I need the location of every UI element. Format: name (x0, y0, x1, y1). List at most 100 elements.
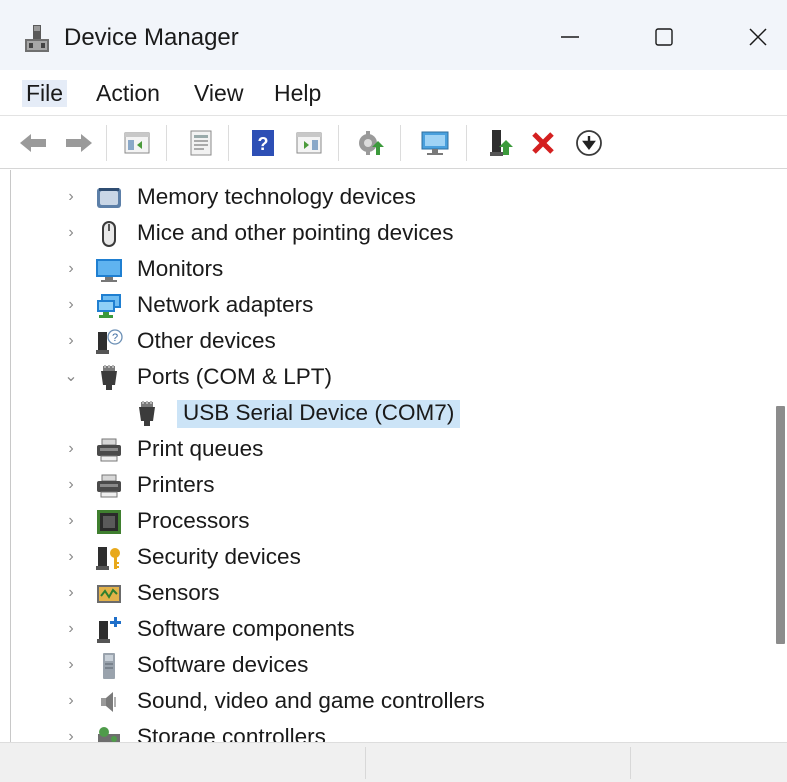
back-icon (20, 134, 46, 152)
tree-item-label: Software components (137, 616, 355, 641)
network-adapter-icon (97, 294, 121, 318)
chevron-right-icon[interactable]: › (63, 547, 79, 567)
disable-device-icon (576, 130, 602, 156)
tree-item-label: Processors (137, 508, 250, 533)
device-tree[interactable]: › Memory technology devices › Mice and o… (10, 170, 773, 742)
minimize-icon (561, 36, 579, 38)
forward-icon (66, 134, 92, 152)
menu-action[interactable]: Action (92, 80, 164, 107)
print-queue-icon (97, 438, 121, 462)
close-button[interactable] (730, 14, 786, 60)
window-title: Device Manager (64, 24, 239, 51)
disable-device-button[interactable] (572, 125, 606, 161)
tree-item-label: Ports (COM & LPT) (137, 364, 333, 389)
chevron-right-icon[interactable]: › (63, 475, 79, 495)
tree-item-storage-controllers[interactable]: › Storage controllers (11, 719, 771, 742)
storage-controller-icon (98, 727, 120, 742)
tree-item-label: Software devices (137, 652, 309, 677)
chevron-right-icon[interactable]: › (63, 259, 79, 279)
tree-item-other-devices[interactable]: › ? Other devices (11, 323, 771, 359)
scan-hardware-icon (421, 131, 449, 155)
tree-item-label: Sound, video and game controllers (137, 688, 485, 713)
back-button[interactable] (16, 125, 50, 161)
show-hide-action-pane-button[interactable] (292, 125, 326, 161)
port-icon (101, 365, 117, 390)
vertical-scrollbar[interactable] (773, 170, 787, 742)
tree-item-security-devices[interactable]: › Security devices (11, 539, 771, 575)
device-manager-icon (25, 25, 49, 52)
add-driver-icon (490, 130, 513, 156)
title-bar: Device Manager (0, 0, 787, 70)
tree-item-label: Print queues (137, 436, 264, 461)
software-component-icon (97, 617, 121, 643)
tree-item-label: Mice and other pointing devices (137, 220, 454, 245)
chevron-right-icon[interactable]: › (63, 691, 79, 711)
scrollbar-thumb[interactable] (776, 406, 785, 644)
close-icon (749, 28, 767, 46)
menu-view[interactable]: View (190, 80, 247, 107)
tree-item-label: USB Serial Device (COM7) (177, 400, 461, 428)
show-hide-tree-icon (124, 132, 150, 154)
tree-item-mice[interactable]: › Mice and other pointing devices (11, 215, 771, 251)
chevron-right-icon[interactable]: › (63, 439, 79, 459)
chevron-right-icon[interactable]: › (63, 727, 79, 742)
menu-help[interactable]: Help (270, 80, 325, 107)
tree-item-label: Sensors (137, 580, 220, 605)
chevron-right-icon[interactable]: › (63, 223, 79, 243)
tree-item-label: Security devices (137, 544, 301, 569)
properties-button[interactable] (184, 125, 218, 161)
update-driver-button[interactable] (354, 125, 388, 161)
uninstall-device-icon (532, 132, 554, 154)
chevron-right-icon[interactable]: › (63, 511, 79, 531)
chevron-right-icon[interactable]: › (63, 583, 79, 603)
tree-item-label: Monitors (137, 256, 224, 281)
tree-item-network-adapters[interactable]: › Network adapters (11, 287, 771, 323)
help-button[interactable]: ? (246, 125, 280, 161)
show-hide-console-tree-button[interactable] (120, 125, 154, 161)
maximize-button[interactable] (636, 14, 692, 60)
monitor-icon (96, 259, 122, 282)
software-device-icon (103, 653, 115, 679)
menu-file[interactable]: File (22, 80, 68, 107)
action-pane-icon (296, 132, 322, 154)
forward-button[interactable] (62, 125, 96, 161)
tree-item-monitors[interactable]: › Monitors (11, 251, 771, 287)
properties-icon (190, 130, 212, 156)
svg-text:?: ? (112, 332, 118, 344)
chevron-right-icon[interactable]: › (63, 619, 79, 639)
help-icon: ? (252, 130, 274, 156)
tree-item-software-components[interactable]: › Software components (11, 611, 771, 647)
minimize-button[interactable] (542, 14, 598, 60)
mouse-icon (102, 221, 116, 247)
tree-item-label: Memory technology devices (137, 184, 416, 209)
tree-item-ports[interactable]: ⌄ Ports (COM & LPT) (11, 359, 771, 395)
processor-icon (97, 510, 121, 534)
chevron-down-icon[interactable]: ⌄ (63, 367, 79, 387)
chevron-right-icon[interactable]: › (63, 187, 79, 207)
tree-item-software-devices[interactable]: › Software devices (11, 647, 771, 683)
tree-item-label: Printers (137, 472, 215, 497)
update-driver-icon (359, 131, 384, 155)
scan-hardware-changes-button[interactable] (418, 125, 452, 161)
menu-bar: File Action View Help (0, 70, 787, 116)
tree-item-processors[interactable]: › Processors (11, 503, 771, 539)
uninstall-device-button[interactable] (526, 125, 560, 161)
tree-item-printers[interactable]: › Printers (11, 467, 771, 503)
chevron-right-icon[interactable]: › (63, 331, 79, 351)
unknown-device-icon: ? (96, 329, 123, 354)
memory-card-icon (97, 188, 121, 208)
tree-item-memory-technology-devices[interactable]: › Memory technology devices (11, 179, 771, 215)
speaker-icon (101, 692, 116, 712)
tree-item-print-queues[interactable]: › Print queues (11, 431, 771, 467)
tree-item-label: Network adapters (137, 292, 314, 317)
chevron-right-icon[interactable]: › (63, 655, 79, 675)
chevron-right-icon[interactable]: › (63, 295, 79, 315)
tree-item-sound-video-game-controllers[interactable]: › Sound, video and game controllers (11, 683, 771, 719)
tree-item-label: Other devices (137, 328, 276, 353)
add-drivers-button[interactable] (484, 125, 518, 161)
status-bar (0, 742, 787, 782)
sensor-icon (97, 585, 121, 603)
tree-item-sensors[interactable]: › Sensors (11, 575, 771, 611)
svg-text:?: ? (258, 134, 269, 154)
tree-item-usb-serial-device[interactable]: USB Serial Device (COM7) (11, 395, 771, 431)
